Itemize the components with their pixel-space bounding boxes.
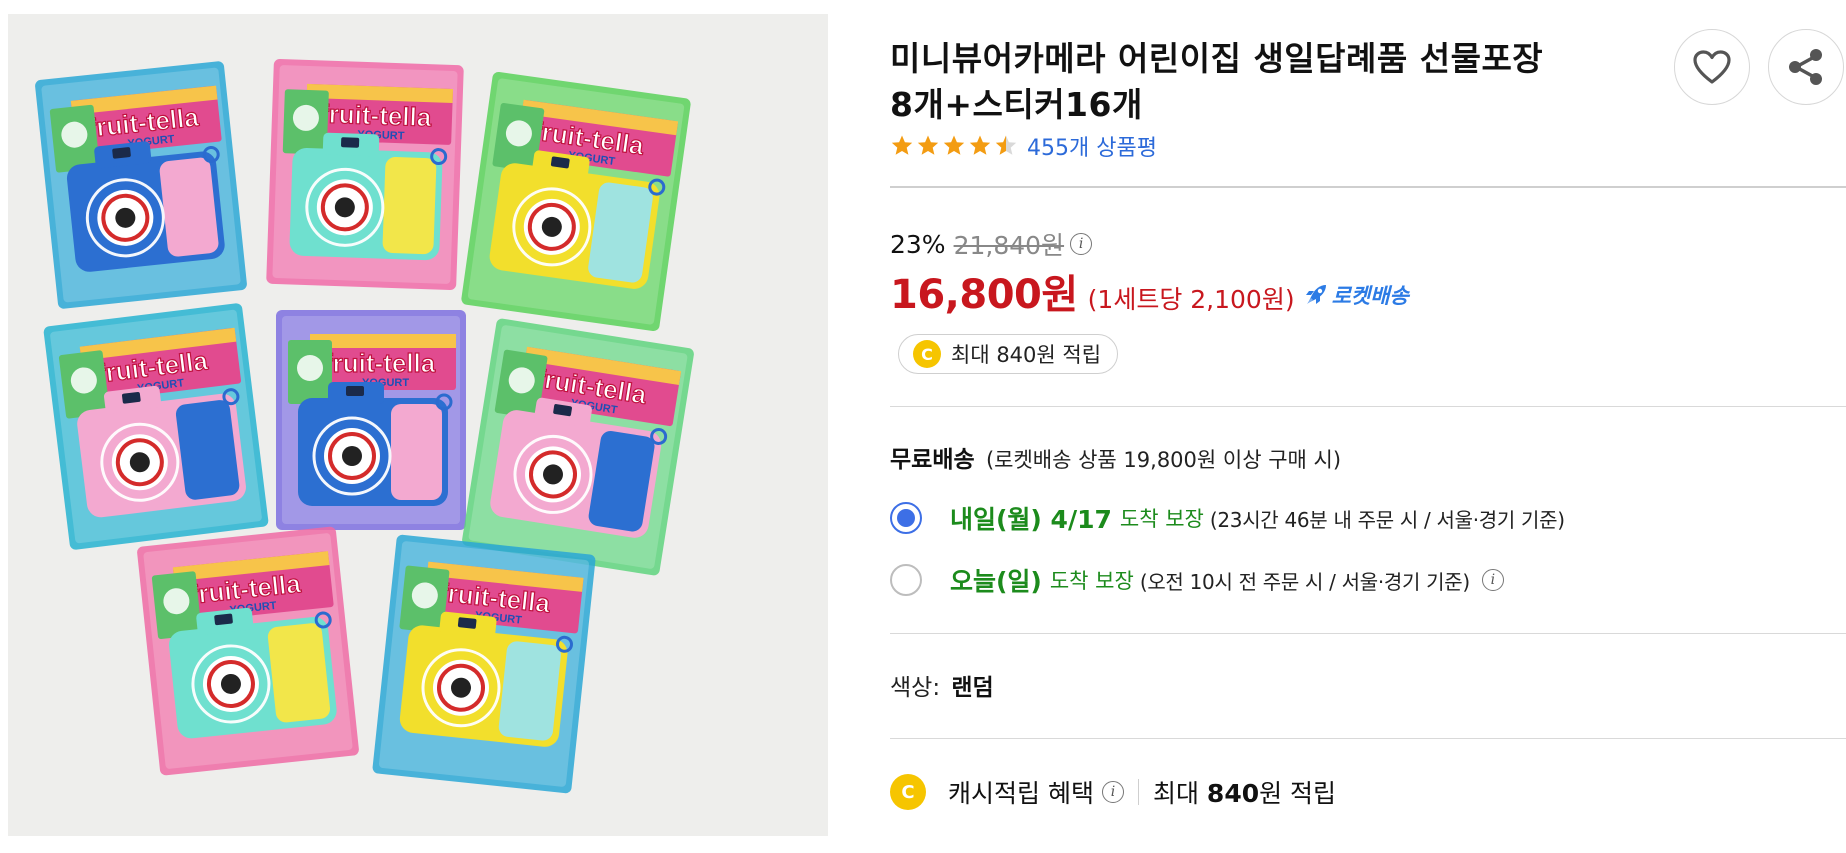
shipping-info: 무료배송 (로켓배송 상품 19,800원 이상 구매 시): [890, 440, 1341, 474]
gift-pack: fruit-tellaYOGURT: [276, 310, 466, 530]
unit-price: (1세트당 2,100원): [1087, 285, 1295, 314]
product-title-line-2: 8개+스티커16개: [890, 85, 1143, 124]
free-shipping-condition: (로켓배송 상품 19,800원 이상 구매 시): [985, 448, 1342, 472]
heart-icon: [1693, 50, 1731, 84]
product-photo: fruit-tellaYOGURTfruit-tellaYOGURT fruit-…: [35, 58, 694, 794]
coin-icon: C: [913, 340, 941, 368]
original-price: 21,840원: [953, 231, 1065, 260]
cash-benefit-max-suffix: 원 적립: [1259, 779, 1337, 808]
delivery-option-today[interactable]: 오늘(일) 도착 보장 (오전 10시 전 주문 시 / 서울·경기 기준) i: [890, 562, 1504, 598]
divider: [890, 186, 1846, 188]
coin-icon: C: [890, 774, 926, 810]
delivery-guarantee: 도착 보장: [1049, 569, 1134, 593]
share-button[interactable]: [1768, 29, 1844, 105]
wishlist-button[interactable]: [1674, 29, 1750, 105]
cash-benefit-row: C 캐시적립 혜택 i 최대 840원 적립: [890, 774, 1336, 810]
gift-pack: fruit-tellaYOGURT: [137, 526, 359, 776]
star-icon: [969, 135, 991, 155]
product-title-line-1: 미니뷰어카메라 어린이집 생일답례품 선물포장: [890, 39, 1544, 78]
delivery-day: 내일(월) 4/17: [950, 505, 1112, 534]
radio-button[interactable]: [890, 564, 922, 596]
gift-pack: fruit-tellaYOGURT: [266, 58, 464, 291]
info-icon[interactable]: i: [1481, 569, 1504, 591]
rocket-icon: [1305, 285, 1326, 304]
delivery-detail: (오전 10시 전 주문 시 / 서울·경기 기준): [1139, 569, 1470, 594]
discount-row: 23% 21,840원 i: [890, 226, 1093, 262]
star-rating: [890, 134, 1018, 158]
star-icon: [943, 135, 965, 155]
free-shipping-label: 무료배송: [890, 447, 975, 473]
divider: [890, 633, 1846, 634]
sale-price: 16,800원: [890, 272, 1078, 318]
gift-pack: fruit-tellaYOGURT: [35, 61, 247, 309]
color-label: 색상:: [890, 675, 941, 701]
gift-pack: fruit-tellaYOGURT: [372, 534, 596, 794]
delivery-guarantee: 도착 보장: [1119, 507, 1204, 531]
gift-pack: fruit-tellaYOGURT: [462, 318, 694, 576]
svg-text:fruit-tella: fruit-tella: [324, 348, 436, 378]
price-row: 16,800원 (1세트당 2,100원) 로켓배송: [890, 262, 1409, 320]
review-count-link[interactable]: 455개 상품평: [1027, 130, 1157, 162]
star-icon: [917, 135, 939, 155]
star-icon: [891, 135, 913, 155]
divider: [890, 406, 1846, 407]
star-icon: [995, 135, 1017, 155]
cash-benefit-label: 캐시적립 혜택: [948, 779, 1094, 808]
cash-benefit-amount: 840: [1206, 779, 1260, 808]
divider: [890, 738, 1846, 739]
product-image[interactable]: fruit-tella YOGURT fruit-tella YOGURT fruit-…: [8, 14, 828, 836]
svg-text:fruit-tella: fruit-tella: [320, 98, 433, 132]
radio-button[interactable]: [890, 502, 922, 534]
cash-benefit-max: 최대 840원 적립: [1153, 774, 1336, 810]
delivery-day: 오늘(일): [950, 567, 1042, 596]
info-icon[interactable]: i: [1101, 781, 1124, 803]
product-info-panel: 미니뷰어카메라 어린이집 생일답례품 선물포장 8개+스티커16개 455개 상…: [890, 0, 1846, 853]
separator: [1137, 779, 1139, 805]
rocket-delivery-badge: 로켓배송: [1303, 280, 1409, 310]
discount-rate: 23%: [890, 229, 946, 259]
cash-benefit-max-prefix: 최대: [1152, 779, 1199, 808]
cashback-badge-text: 최대 840원 적립: [951, 343, 1102, 367]
gift-pack: fruit-tellaYOGURT: [43, 303, 269, 550]
delivery-option-tomorrow[interactable]: 내일(월) 4/17 도착 보장 (23시간 46분 내 주문 시 / 서울·경…: [890, 500, 1565, 536]
product-title: 미니뷰어카메라 어린이집 생일답례품 선물포장 8개+스티커16개: [890, 36, 1660, 128]
color-option: 색상: 랜덤: [890, 668, 994, 702]
color-value: 랜덤: [951, 675, 994, 701]
info-icon[interactable]: i: [1070, 233, 1093, 255]
rocket-delivery-label: 로켓배송: [1331, 284, 1409, 308]
share-icon: [1789, 49, 1822, 85]
cashback-badge[interactable]: C 최대 840원 적립: [898, 334, 1119, 374]
gift-pack: fruit-tellaYOGURT: [461, 72, 691, 331]
delivery-detail: (23시간 46분 내 주문 시 / 서울·경기 기준): [1209, 507, 1565, 532]
rating-row[interactable]: 455개 상품평: [890, 130, 1157, 162]
